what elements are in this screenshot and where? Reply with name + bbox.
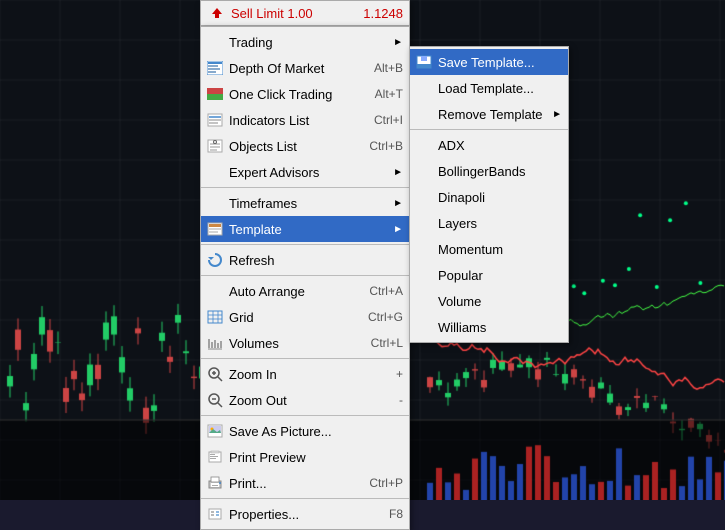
context-menu-container: Sell Limit 1.00 1.1248 Trading ► Depth O… xyxy=(200,0,410,530)
sell-limit-icon xyxy=(207,3,227,23)
menu-item-save-as-picture[interactable]: Save As Picture... xyxy=(201,418,409,444)
timeframes-icon xyxy=(205,193,225,213)
properties-icon xyxy=(205,504,225,524)
menu-item-properties[interactable]: Properties... F8 xyxy=(201,501,409,527)
menu-item-volume[interactable]: Volume xyxy=(410,288,568,314)
divider-2 xyxy=(201,244,409,245)
trading-arrow: ► xyxy=(393,37,403,48)
ea-icon xyxy=(205,162,225,182)
menu-item-expert-advisors[interactable]: Expert Advisors ► xyxy=(201,159,409,185)
menu-item-popular[interactable]: Popular xyxy=(410,262,568,288)
menu-item-auto-arrange[interactable]: Auto Arrange Ctrl+A xyxy=(201,278,409,304)
save-template-icon xyxy=(414,52,434,72)
menu-item-refresh[interactable]: Refresh xyxy=(201,247,409,273)
load-template-icon xyxy=(414,78,434,98)
menu-item-print-preview[interactable]: Print Preview xyxy=(201,444,409,470)
objects-icon xyxy=(205,136,225,156)
menu-item-depth-of-market[interactable]: Depth Of Market Alt+B xyxy=(201,55,409,81)
sell-limit-label: Sell Limit 1.00 xyxy=(231,6,363,21)
menu-item-zoom-in[interactable]: Zoom In + xyxy=(201,361,409,387)
template-divider xyxy=(410,129,568,130)
menu-item-template[interactable]: Template ► Save Template... xyxy=(201,216,409,242)
grid-icon xyxy=(205,307,225,327)
menu-item-adx[interactable]: ADX xyxy=(410,132,568,158)
indicators-icon xyxy=(205,110,225,130)
template-icon xyxy=(205,219,225,239)
print-icon xyxy=(205,473,225,493)
menu-item-williams[interactable]: Williams xyxy=(410,314,568,340)
divider-6 xyxy=(201,498,409,499)
divider-5 xyxy=(201,415,409,416)
zoom-out-icon xyxy=(205,390,225,410)
save-as-picture-icon xyxy=(205,421,225,441)
menu-item-print[interactable]: Print... Ctrl+P xyxy=(201,470,409,496)
menu-item-layers[interactable]: Layers xyxy=(410,210,568,236)
menu-item-objects-list[interactable]: Objects List Ctrl+B xyxy=(201,133,409,159)
remove-template-icon xyxy=(414,104,434,124)
divider-3 xyxy=(201,275,409,276)
menu-item-load-template[interactable]: Load Template... xyxy=(410,75,568,101)
template-submenu: Save Template... Load Template... Remove… xyxy=(409,46,569,343)
menu-item-dinapoli[interactable]: Dinapoli xyxy=(410,184,568,210)
menu-item-zoom-out[interactable]: Zoom Out - xyxy=(201,387,409,413)
timeframes-arrow: ► xyxy=(393,198,403,209)
menu-item-bollinger[interactable]: BollingerBands xyxy=(410,158,568,184)
remove-template-arrow: ► xyxy=(552,109,562,120)
menu-item-save-template[interactable]: Save Template... xyxy=(410,49,568,75)
menu-item-momentum[interactable]: Momentum xyxy=(410,236,568,262)
refresh-icon xyxy=(205,250,225,270)
divider-1 xyxy=(201,187,409,188)
sell-limit-bar[interactable]: Sell Limit 1.00 1.1248 xyxy=(200,0,410,26)
menu-item-remove-template[interactable]: Remove Template ► xyxy=(410,101,568,127)
print-preview-icon xyxy=(205,447,225,467)
divider-4 xyxy=(201,358,409,359)
menu-item-timeframes[interactable]: Timeframes ► xyxy=(201,190,409,216)
ea-arrow: ► xyxy=(393,167,403,178)
trading-icon xyxy=(205,32,225,52)
zoom-in-icon xyxy=(205,364,225,384)
menu-item-one-click-trading[interactable]: One Click Trading Alt+T xyxy=(201,81,409,107)
template-arrow: ► xyxy=(393,224,403,235)
dom-icon xyxy=(205,58,225,78)
menu-item-trading[interactable]: Trading ► xyxy=(201,29,409,55)
main-context-menu: Trading ► Depth Of Market Alt+B xyxy=(200,26,410,530)
menu-item-volumes[interactable]: Volumes Ctrl+L xyxy=(201,330,409,356)
one-click-icon xyxy=(205,84,225,104)
menu-item-indicators-list[interactable]: Indicators List Ctrl+I xyxy=(201,107,409,133)
auto-arrange-icon xyxy=(205,281,225,301)
menu-item-grid[interactable]: Grid Ctrl+G xyxy=(201,304,409,330)
volumes-icon xyxy=(205,333,225,353)
sell-limit-price: 1.1248 xyxy=(363,6,403,21)
